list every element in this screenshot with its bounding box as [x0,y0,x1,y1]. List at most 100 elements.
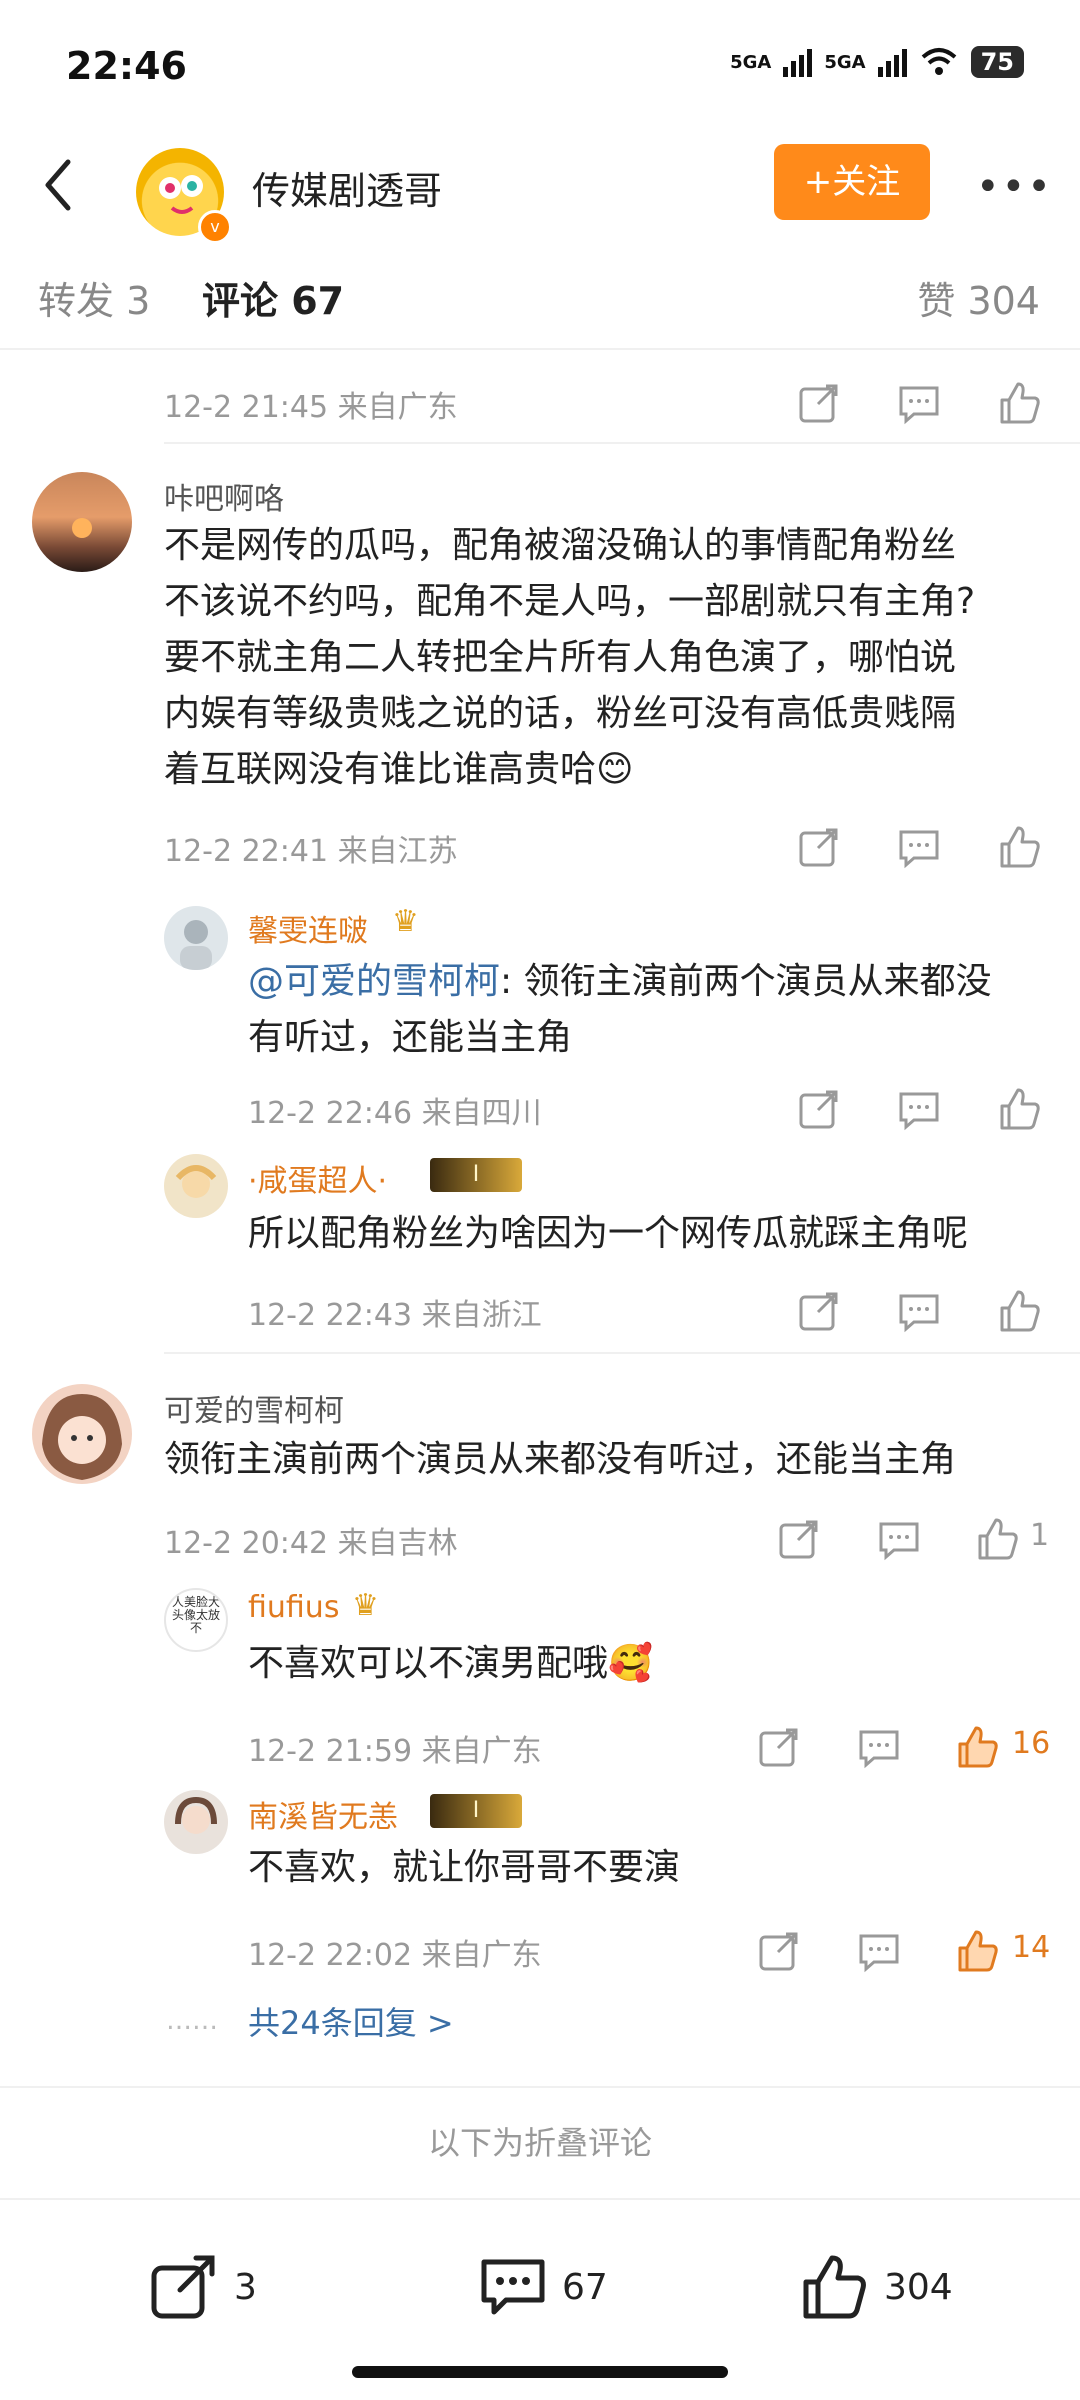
girl-avatar-image [175,1796,217,1834]
commenter-avatar[interactable] [32,472,132,572]
level-badge-icon: I [430,1158,522,1192]
tab-bar: 转发 3 评论 67 赞 304 [0,248,1080,350]
comment-icon[interactable] [856,1928,902,1974]
like-icon[interactable] [996,824,1042,870]
divider [164,442,1080,444]
level-badge-icon: I [430,1794,522,1828]
tab-repost[interactable]: 转发 3 [38,270,150,325]
divider [164,1352,1080,1354]
network-type-1: 5GA [730,51,772,73]
comment-count: 67 [562,2266,608,2308]
comment-icon[interactable] [856,1724,902,1770]
share-icon[interactable] [756,1928,802,1974]
comment-icon[interactable] [876,1516,922,1562]
comment-meta: 12-2 20:42 来自吉林 [164,1526,458,1561]
reply-text: 不喜欢，就让你哥哥不要演 [248,1847,681,1888]
repost-icon [151,2255,215,2319]
reply-author-name[interactable]: fiufius [248,1590,339,1625]
share-icon[interactable] [776,1516,822,1562]
share-icon[interactable] [796,824,842,870]
like-icon[interactable] [996,1288,1042,1334]
level-badge-label: I [472,1162,480,1187]
network-type-2: 5GA [824,51,866,73]
like-count-total: 304 [884,2266,953,2308]
follow-button[interactable]: +关注 [774,144,930,220]
comment-bubble-icon [481,2259,545,2315]
reply-avatar[interactable] [164,1154,228,1218]
status-time: 22:46 [66,44,187,88]
comment-line: 不是网传的瓜吗，配角被溜没确认的事情配角粉丝 [164,525,957,566]
comment-line: 内娱有等级贵贱之说的话，粉丝可没有高低贵贱隔 [164,693,957,734]
more-options-icon[interactable]: ••• [976,164,1053,210]
crown-badge-icon: ♛ [352,1588,379,1623]
share-icon[interactable] [796,1086,842,1132]
back-arrow-icon[interactable] [34,150,84,220]
reply-avatar[interactable] [164,906,228,970]
signal-icon [783,47,813,77]
reply-meta: 12-2 22:43 来自浙江 [248,1298,542,1333]
repost-button[interactable]: 3 [150,2254,257,2320]
commenter-avatar[interactable] [32,1384,132,1484]
status-icons: 5GA 5GA 75 [730,46,1024,78]
like-icon-active[interactable] [954,1928,1000,1974]
comment-meta: 12-2 21:45 来自广东 [164,390,458,425]
comment-meta: 12-2 22:41 来自江苏 [164,834,458,869]
comment-button[interactable]: 67 [478,2254,608,2320]
sunset-avatar-image [72,518,92,538]
reply-avatar[interactable]: 人美脸大头像太放不 [164,1588,228,1652]
like-count: 14 [1012,1930,1051,1965]
like-button[interactable]: 304 [800,2254,953,2320]
comment-line: 要不就主角二人转把全片所有人角色演了，哪怕说 [164,637,957,678]
share-icon[interactable] [796,1288,842,1334]
commenter-name[interactable]: 可爱的雪柯柯 [164,1386,344,1430]
reply-text-segment: : 领衔主演前两个演员从来都没 [500,961,992,1002]
comment-icon[interactable] [896,824,942,870]
cartoon-avatar-image [175,1165,217,1198]
comment-text: 不是网传的瓜吗，配角被溜没确认的事情配角粉丝 不该说不约吗，配角不是人吗，一部剧… [164,518,975,798]
reply-author-name[interactable]: 馨雯连啵 [248,906,368,950]
like-icon[interactable] [996,1086,1042,1132]
reply-text: 不喜欢可以不演男配哦🥰 [248,1643,653,1684]
home-indicator[interactable] [352,2366,728,2378]
commenter-name[interactable]: 咔吧啊咯 [164,474,284,518]
girl-avatar-image [42,1394,122,1480]
header: v 传媒剧透哥 +关注 ••• [0,140,1080,244]
reply-text: 所以配角粉丝为啥因为一个网传瓜就踩主角呢 [248,1213,969,1254]
tab-comments[interactable]: 评论 67 [202,270,344,325]
tab-likes[interactable]: 赞 304 [917,270,1040,325]
share-icon[interactable] [796,380,842,426]
wifi-icon [921,48,956,75]
more-replies-link[interactable]: 共24条回复 > [248,1998,454,2044]
battery-indicator: 75 [970,46,1024,78]
folded-comments-label[interactable]: 以下为折叠评论 [0,2086,1080,2200]
comment-text: 领衔主演前两个演员从来都没有听过，还能当主角 [164,1439,957,1480]
reply-text: @可爱的雪柯柯: 领衔主演前两个演员从来都没 有听过，还能当主角 [248,954,992,1066]
reply-meta: 12-2 22:02 来自广东 [248,1938,542,1973]
reply-meta: 12-2 21:59 来自广东 [248,1734,542,1769]
share-icon[interactable] [756,1724,802,1770]
repost-count: 3 [234,2266,257,2308]
like-count: 1 [1030,1518,1050,1553]
reply-author-name[interactable]: 南溪皆无恙 [248,1792,398,1836]
like-icon[interactable] [974,1516,1020,1562]
mention-link[interactable]: @可爱的雪柯柯 [248,961,500,1002]
reply-avatar[interactable] [164,1790,228,1854]
verified-badge-icon: v [198,210,232,244]
reply-text-segment: 有听过，还能当主角 [248,1017,573,1058]
comment-icon[interactable] [896,1086,942,1132]
signal-icon-2 [877,47,907,77]
status-bar: 22:46 5GA 5GA 75 [0,0,1080,140]
comment-icon[interactable] [896,1288,942,1334]
comment-line: 不该说不约吗，配角不是人吗，一部剧就只有主角? [164,581,976,622]
comment-line: 着互联网没有谁比谁高贵哈😊 [164,749,634,790]
reply-meta: 12-2 22:46 来自四川 [248,1096,542,1131]
author-name[interactable]: 传媒剧透哥 [252,160,442,215]
crown-badge-icon: ♛ [392,904,419,939]
level-badge-label: I [472,1798,480,1823]
thumbs-up-icon [803,2255,866,2319]
thread-dots: …… [166,2006,218,2036]
reply-author-name[interactable]: ·咸蛋超人· [248,1156,387,1200]
comment-icon[interactable] [896,380,942,426]
like-icon-active[interactable] [954,1724,1000,1770]
like-icon[interactable] [996,380,1042,426]
